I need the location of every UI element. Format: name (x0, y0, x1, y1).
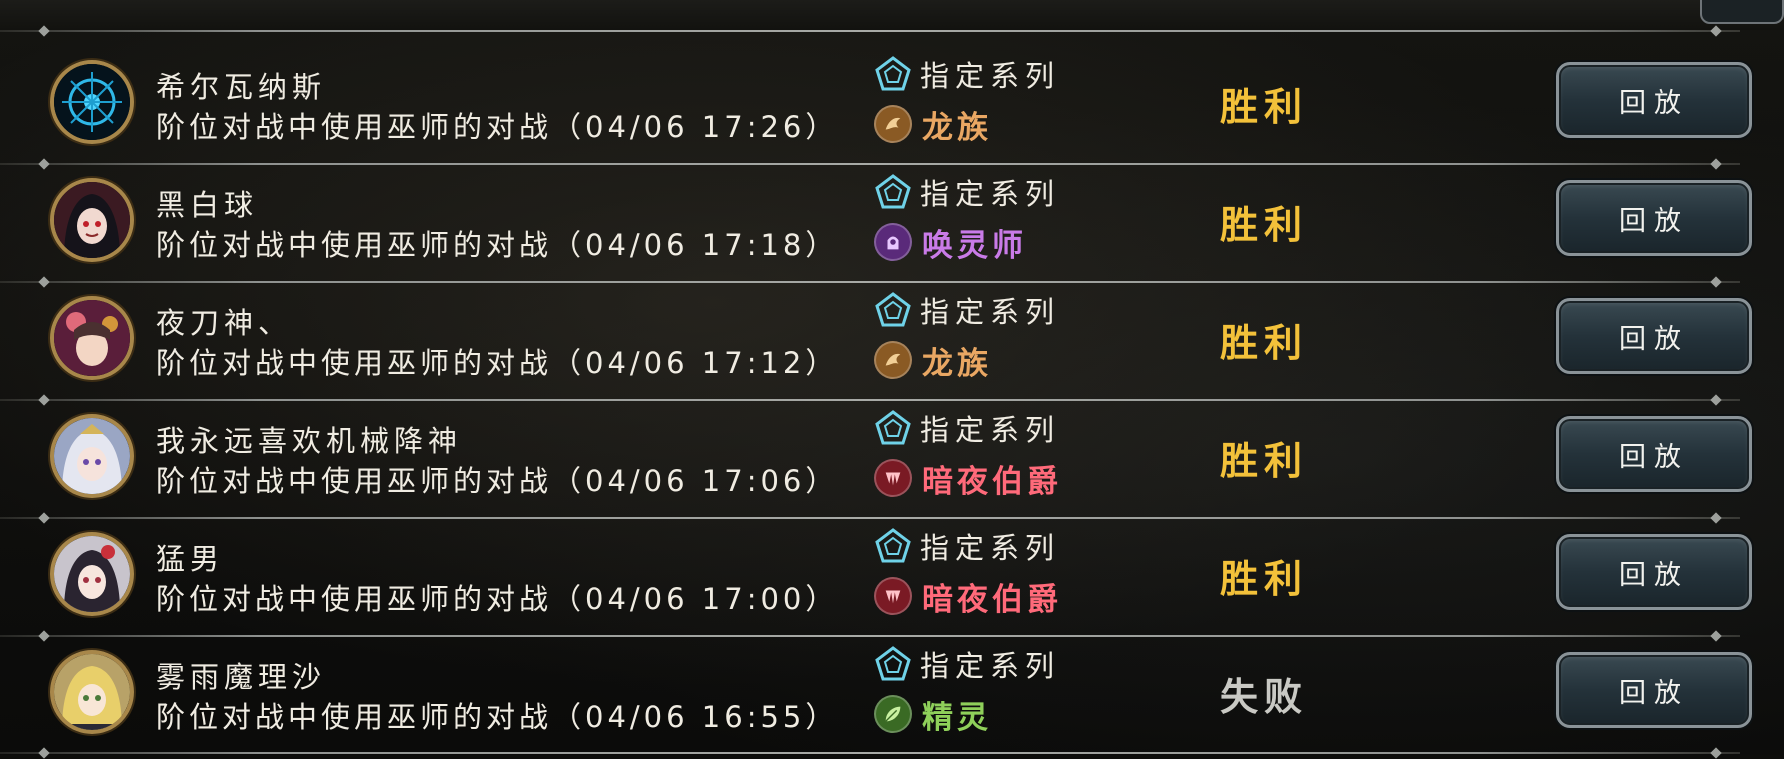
class-name: 龙族 (922, 109, 992, 146)
class-tag: 暗夜伯爵 (874, 458, 1062, 500)
pentagon-format-icon (875, 410, 911, 445)
opponent-avatar (50, 178, 134, 262)
replay-button-label: 回放 (1619, 559, 1689, 591)
opponent-name: 希尔瓦纳斯 (156, 70, 327, 104)
match-row: 黑白球 阶位对战中使用巫师的对战（04/06 17:18） 指定系列 唤灵师 胜… (0, 168, 1784, 286)
format-tag: 指定系列 (874, 408, 1060, 448)
opponent-avatar (50, 414, 134, 498)
pentagon-format-icon (875, 56, 911, 91)
class-name: 精灵 (922, 699, 992, 736)
divider (0, 163, 1740, 165)
match-description: 阶位对战中使用巫师的对战（04/06 17:26） (156, 110, 839, 144)
match-result: 胜利 (1220, 439, 1309, 483)
dragon-icon (874, 105, 912, 143)
format-label: 指定系列 (920, 295, 1061, 329)
replay-button[interactable]: 回放 (1556, 298, 1752, 374)
top-header-strip (0, 0, 1784, 30)
class-name: 暗夜伯爵 (922, 581, 1062, 618)
format-tag: 指定系列 (874, 526, 1060, 566)
character-portrait-icon (54, 418, 130, 494)
replay-button[interactable]: 回放 (1556, 534, 1752, 610)
necromancer-icon (874, 223, 912, 261)
replay-button[interactable]: 回放 (1556, 652, 1752, 728)
opponent-name: 我永远喜欢机械降神 (156, 424, 463, 458)
forest-icon (874, 695, 912, 733)
opponent-name: 雾雨魔理沙 (156, 660, 327, 694)
dragon-icon (874, 341, 912, 379)
class-tag: 暗夜伯爵 (874, 576, 1062, 618)
class-tag: 龙族 (874, 340, 992, 382)
opponent-name: 猛男 (156, 542, 225, 576)
match-row: 猛男 阶位对战中使用巫师的对战（04/06 17:00） 指定系列 暗夜伯爵 胜… (0, 522, 1784, 640)
replay-button-label: 回放 (1619, 323, 1689, 355)
match-description: 阶位对战中使用巫师的对战（04/06 17:06） (156, 464, 839, 498)
match-row: 我永远喜欢机械降神 阶位对战中使用巫师的对战（04/06 17:06） 指定系列… (0, 404, 1784, 522)
opponent-name: 夜刀神、 (156, 306, 293, 340)
opponent-avatar (50, 60, 134, 144)
opponent-name: 黑白球 (156, 188, 259, 222)
opponent-avatar (50, 532, 134, 616)
match-description: 阶位对战中使用巫师的对战（04/06 16:55） (156, 700, 839, 734)
replay-button-label: 回放 (1619, 87, 1689, 119)
divider (0, 752, 1740, 754)
format-tag: 指定系列 (874, 172, 1060, 212)
pentagon-format-icon (875, 646, 911, 681)
match-result: 胜利 (1220, 203, 1309, 247)
vampire-icon (874, 577, 912, 615)
class-name: 唤灵师 (922, 227, 1027, 264)
format-label: 指定系列 (920, 177, 1061, 211)
format-tag: 指定系列 (874, 644, 1060, 684)
class-tag: 龙族 (874, 104, 992, 146)
format-tag: 指定系列 (874, 290, 1060, 330)
class-name: 龙族 (922, 345, 992, 382)
format-label: 指定系列 (920, 649, 1061, 683)
format-tag: 指定系列 (874, 54, 1060, 94)
replay-button-label: 回放 (1619, 677, 1689, 709)
class-name: 暗夜伯爵 (922, 463, 1062, 500)
pentagon-format-icon (875, 174, 911, 209)
format-label: 指定系列 (920, 413, 1061, 447)
opponent-avatar (50, 296, 134, 380)
character-portrait-icon (54, 182, 130, 258)
match-result: 胜利 (1220, 557, 1309, 601)
character-portrait-icon (54, 536, 130, 612)
match-description: 阶位对战中使用巫师的对战（04/06 17:12） (156, 346, 839, 380)
match-row: 希尔瓦纳斯 阶位对战中使用巫师的对战（04/06 17:26） 指定系列 龙族 … (0, 50, 1784, 168)
match-description: 阶位对战中使用巫师的对战（04/06 17:18） (156, 228, 839, 262)
replay-button[interactable]: 回放 (1556, 62, 1752, 138)
class-tag: 唤灵师 (874, 222, 1027, 264)
replay-button[interactable]: 回放 (1556, 180, 1752, 256)
divider (0, 635, 1740, 637)
match-row: 夜刀神、 阶位对战中使用巫师的对战（04/06 17:12） 指定系列 龙族 胜… (0, 286, 1784, 404)
replay-button-label: 回放 (1619, 205, 1689, 237)
top-right-button[interactable] (1700, 0, 1784, 24)
divider (0, 517, 1740, 519)
character-portrait-icon (54, 300, 130, 376)
match-row: 雾雨魔理沙 阶位对战中使用巫师的对战（04/06 16:55） 指定系列 精灵 … (0, 640, 1784, 758)
match-description: 阶位对战中使用巫师的对战（04/06 17:00） (156, 582, 839, 616)
format-label: 指定系列 (920, 59, 1061, 93)
pentagon-format-icon (875, 292, 911, 327)
match-result: 失败 (1220, 675, 1309, 719)
vampire-icon (874, 459, 912, 497)
replay-button-label: 回放 (1619, 441, 1689, 473)
match-result: 胜利 (1220, 321, 1309, 365)
rune-emblem-icon (54, 64, 130, 140)
match-result: 胜利 (1220, 85, 1309, 129)
divider (0, 399, 1740, 401)
divider (0, 281, 1740, 283)
replay-button[interactable]: 回放 (1556, 416, 1752, 492)
opponent-avatar (50, 650, 134, 734)
pentagon-format-icon (875, 528, 911, 563)
class-tag: 精灵 (874, 694, 992, 736)
character-portrait-icon (54, 654, 130, 730)
format-label: 指定系列 (920, 531, 1061, 565)
divider (0, 30, 1740, 32)
